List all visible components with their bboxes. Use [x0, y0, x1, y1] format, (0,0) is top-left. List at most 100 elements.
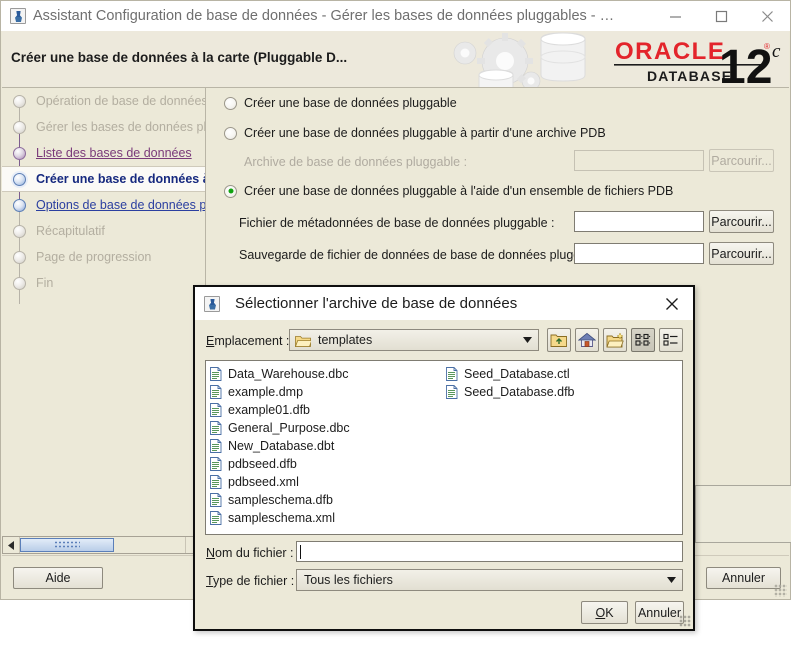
maximize-icon	[715, 10, 727, 22]
file-icon	[210, 439, 222, 453]
close-button[interactable]	[744, 2, 790, 31]
list-item[interactable]: pdbseed.xml	[210, 473, 446, 491]
radio-icon[interactable]	[224, 184, 237, 198]
list-item[interactable]: New_Database.dbt	[210, 437, 446, 455]
dialog-cancel-button[interactable]: Annuler	[635, 601, 684, 624]
metadata-field-input[interactable]	[574, 211, 704, 232]
radio-create-pdb-from-fileset[interactable]: Créer une base de données pluggable à l'…	[224, 184, 673, 198]
dialog-title: Sélectionner l'archive de base de donnée…	[235, 295, 518, 312]
up-folder-button[interactable]	[547, 328, 571, 352]
dialog-close-button[interactable]	[651, 288, 693, 320]
list-item[interactable]: General_Purpose.dbc	[210, 419, 446, 437]
metadata-browse-button[interactable]: Parcourir...	[709, 210, 774, 233]
archive-field-label: Archive de base de données pluggable :	[244, 155, 468, 169]
list-item[interactable]: sampleschema.dfb	[210, 491, 446, 509]
minimize-button[interactable]	[652, 2, 698, 31]
list-item[interactable]: Seed_Database.ctl	[446, 365, 682, 383]
sidebar-item-finish[interactable]: Fin	[2, 270, 205, 296]
sidebar-item-db-list[interactable]: Liste des bases de données	[2, 140, 205, 166]
radio-icon[interactable]	[224, 96, 237, 110]
step-bullet-icon	[13, 94, 26, 108]
filename-input[interactable]	[296, 541, 683, 562]
sidebar-item-progress[interactable]: Page de progression	[2, 244, 205, 270]
scrollbar-track[interactable]	[114, 537, 185, 553]
text-caret	[300, 545, 301, 559]
file-icon	[210, 493, 222, 507]
resize-grip-icon[interactable]	[679, 615, 691, 627]
radio-label: Créer une base de données pluggable	[244, 96, 457, 110]
file-name: sampleschema.xml	[228, 511, 335, 525]
radio-label: Créer une base de données pluggable à l'…	[244, 184, 674, 198]
sidebar-item-summary[interactable]: Récapitulatif	[2, 218, 205, 244]
list-item[interactable]: example01.dfb	[210, 401, 446, 419]
file-name: pdbseed.dfb	[228, 457, 297, 471]
datafile-backup-browse-button[interactable]: Parcourir...	[709, 242, 774, 265]
step-bullet-icon	[13, 198, 26, 212]
maximize-button[interactable]	[698, 2, 744, 31]
resize-grip-icon[interactable]	[774, 584, 787, 597]
file-icon	[210, 385, 222, 399]
minimize-icon	[669, 15, 681, 18]
chevron-down-icon[interactable]	[516, 337, 538, 343]
list-item[interactable]: pdbseed.dfb	[210, 455, 446, 473]
dialog-titlebar: Sélectionner l'archive de base de donnée…	[195, 287, 693, 320]
ok-button[interactable]: OK	[581, 601, 628, 624]
step-bullet-icon	[13, 172, 26, 186]
sidebar-item-label: Créer une base de données à	[36, 172, 205, 186]
tiles-view-button[interactable]	[631, 328, 655, 352]
file-name: Seed_Database.ctl	[464, 367, 570, 381]
radio-create-pdb-from-archive[interactable]: Créer une base de données pluggable à pa…	[224, 126, 606, 140]
filename-label: Nom du fichier :	[206, 546, 294, 560]
location-value: templates	[318, 333, 373, 347]
file-name: pdbseed.xml	[228, 475, 299, 489]
location-combobox[interactable]: templates	[289, 329, 539, 351]
help-button[interactable]: Aide	[13, 567, 103, 589]
list-item[interactable]: example.dmp	[210, 383, 446, 401]
sidebar-item-operation[interactable]: Opération de base de données	[2, 88, 205, 114]
new-folder-button[interactable]	[603, 328, 627, 352]
list-item[interactable]: Data_Warehouse.dbc	[210, 365, 446, 383]
file-name: example01.dfb	[228, 403, 311, 417]
scroll-left-arrow-icon	[7, 540, 14, 550]
svg-text:ORACLE: ORACLE	[615, 38, 725, 65]
list-item[interactable]: Seed_Database.dfb	[446, 383, 682, 401]
home-button[interactable]	[575, 328, 599, 352]
sidebar-item-label: Récapitulatif	[36, 224, 105, 238]
file-icon	[210, 403, 222, 417]
wizard-step-list: Opération de base de données Gérer les b…	[2, 88, 205, 538]
tiles-view-icon	[635, 333, 651, 346]
svg-text:12: 12	[719, 41, 772, 88]
chevron-down-icon[interactable]	[660, 577, 682, 583]
page-title: Créer une base de données à la carte (Pl…	[11, 50, 348, 65]
file-icon	[446, 385, 458, 399]
cancel-button[interactable]: Annuler	[706, 567, 781, 589]
sidebar-item-pdb-options[interactable]: Options de base de données plugg	[2, 192, 205, 218]
sidebar-item-create-db[interactable]: Créer une base de données à	[2, 166, 205, 192]
file-icon	[210, 511, 222, 525]
sidebar-horizontal-scrollbar[interactable]	[2, 536, 203, 554]
dialog-body: Emplacement : templates Data_Warehouse.d…	[195, 320, 693, 629]
radio-label: Créer une base de données pluggable à pa…	[244, 126, 606, 140]
datafile-backup-input[interactable]	[574, 243, 704, 264]
filetype-value: Tous les fichiers	[304, 573, 393, 587]
step-bullet-icon	[13, 120, 26, 134]
wizard-banner: Créer une base de données à la carte (Pl…	[2, 31, 789, 88]
svg-text:c: c	[772, 41, 781, 62]
filetype-combobox[interactable]: Tous les fichiers	[296, 569, 683, 591]
list-item[interactable]: sampleschema.xml	[210, 509, 446, 527]
radio-create-pdb[interactable]: Créer une base de données pluggable	[224, 96, 457, 110]
file-list[interactable]: Data_Warehouse.dbc example.dmp example01…	[205, 360, 683, 535]
file-name: Seed_Database.dfb	[464, 385, 575, 399]
file-chooser-dialog: Sélectionner l'archive de base de donnée…	[193, 285, 695, 631]
oracle-database-logo: ORACLE ® DATABASE 12 c	[453, 32, 781, 88]
scroll-left-button[interactable]	[3, 537, 20, 553]
window-title: Assistant Configuration de base de donné…	[33, 8, 615, 24]
scrollbar-thumb[interactable]	[20, 538, 114, 552]
java-app-icon	[204, 295, 220, 312]
close-icon	[666, 297, 678, 310]
list-details-view-button[interactable]	[659, 328, 683, 352]
sidebar-item-manage-pdb[interactable]: Gérer les bases de données plugg	[2, 114, 205, 140]
radio-icon[interactable]	[224, 126, 237, 140]
close-icon	[761, 10, 773, 22]
file-icon	[210, 421, 222, 435]
